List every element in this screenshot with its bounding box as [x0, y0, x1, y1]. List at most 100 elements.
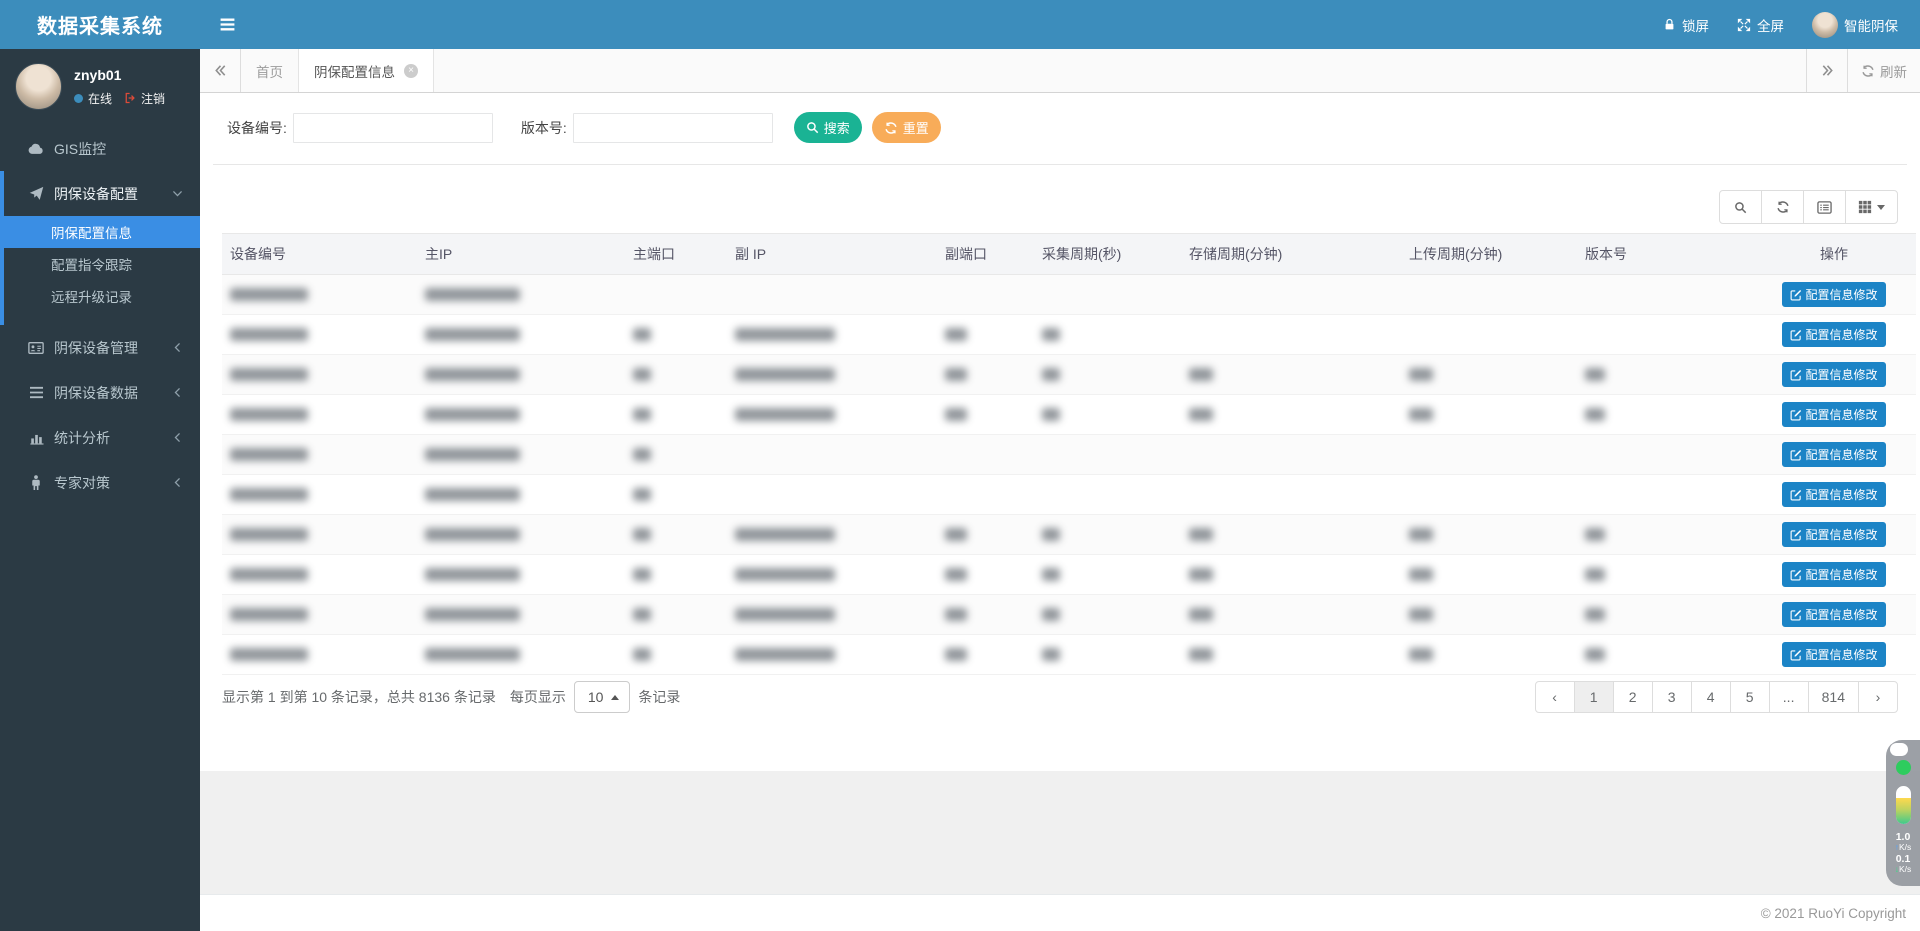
- cell: [222, 595, 417, 635]
- page-button-814[interactable]: 814: [1808, 681, 1859, 713]
- next-page-button[interactable]: ›: [1858, 681, 1898, 713]
- table-search-button[interactable]: [1719, 190, 1762, 224]
- main-area: 锁屏 全屏 智能阴保 首页阴保配置信息×: [200, 0, 1920, 931]
- redacted-cell: [1042, 368, 1060, 381]
- page-size-select[interactable]: 10: [574, 681, 631, 713]
- app-root: 数据采集系统 znyb01 在线 注销 GIS监控 阴保设备配置 阴保配置信息 …: [0, 0, 1920, 931]
- net-speed-widget[interactable]: 1.0 ↑K/s 0.1 ↓K/s: [1886, 740, 1920, 886]
- lock-screen-button[interactable]: 锁屏: [1663, 15, 1709, 35]
- paper-plane-icon: [26, 186, 46, 201]
- redacted-cell: [945, 568, 967, 581]
- sidebar-subitem-1-2[interactable]: 远程升级记录: [4, 280, 200, 312]
- table-body: 配置信息修改 配置信息修改 配置信息修改 配置信息修改 配置信息修改: [222, 275, 1916, 675]
- cell: [417, 275, 625, 315]
- search-button[interactable]: 搜索: [794, 112, 862, 143]
- cell: [625, 315, 727, 355]
- cell: [937, 275, 1034, 315]
- sidebar-subitem-1-0[interactable]: 阴保配置信息: [4, 216, 200, 248]
- chevron-left-icon: [171, 476, 184, 489]
- edit-config-button[interactable]: 配置信息修改: [1782, 402, 1885, 427]
- toggle-view-button[interactable]: [1803, 190, 1846, 224]
- version-input[interactable]: [573, 113, 773, 143]
- table-refresh-button[interactable]: [1761, 190, 1804, 224]
- redacted-cell: [1189, 408, 1213, 421]
- edit-config-label: 配置信息修改: [1805, 646, 1877, 663]
- cell: [727, 475, 937, 515]
- net-status-dot-icon: [1896, 760, 1911, 775]
- redacted-cell: [425, 408, 520, 421]
- cell: [937, 595, 1034, 635]
- online-status-link[interactable]: 在线: [88, 90, 112, 107]
- cell: [1181, 555, 1401, 595]
- chevron-left-icon: [171, 341, 184, 354]
- cell: [1181, 435, 1401, 475]
- user-menu-button[interactable]: 智能阴保: [1812, 12, 1898, 38]
- redacted-cell: [425, 608, 520, 621]
- page-list: ‹12345...814›: [1536, 681, 1898, 713]
- redacted-cell: [425, 448, 520, 461]
- page-button-5[interactable]: 5: [1730, 681, 1770, 713]
- cell: [1401, 355, 1577, 395]
- tab-refresh-button[interactable]: 刷新: [1847, 49, 1920, 92]
- sidebar-item-0[interactable]: GIS监控: [4, 126, 200, 171]
- data-table: 设备编号主IP主端口副 IP副端口采集周期(秒)存储周期(分钟)上传周期(分钟)…: [222, 233, 1916, 675]
- edit-config-button[interactable]: 配置信息修改: [1782, 322, 1885, 347]
- table-row-2: 配置信息修改: [222, 355, 1916, 395]
- reset-button[interactable]: 重置: [872, 112, 941, 143]
- page-button-3[interactable]: 3: [1652, 681, 1692, 713]
- redacted-cell: [633, 488, 651, 501]
- edit-config-button[interactable]: 配置信息修改: [1782, 522, 1885, 547]
- columns-button[interactable]: [1845, 190, 1898, 224]
- edit-config-button[interactable]: 配置信息修改: [1782, 282, 1885, 307]
- edit-icon: [1790, 529, 1802, 541]
- fullscreen-button[interactable]: 全屏: [1737, 15, 1784, 35]
- edit-config-button[interactable]: 配置信息修改: [1782, 362, 1885, 387]
- user-avatar: [15, 63, 62, 110]
- redacted-cell: [1585, 648, 1605, 661]
- table-row-8: 配置信息修改: [222, 595, 1916, 635]
- sidebar-item-5[interactable]: 专家对策: [4, 460, 200, 505]
- sidebar-toggle-button[interactable]: [200, 0, 255, 49]
- cell: [1577, 355, 1752, 395]
- edit-config-button[interactable]: 配置信息修改: [1782, 562, 1885, 587]
- sidebar-subitem-1-1[interactable]: 配置指令跟踪: [4, 248, 200, 280]
- cell: [1034, 355, 1181, 395]
- device-no-label: 设备编号:: [227, 118, 287, 138]
- cloud-icon: [26, 142, 46, 155]
- page-size-prefix: 每页显示: [510, 687, 566, 707]
- column-header-3: 副 IP: [727, 234, 937, 275]
- page-button-4[interactable]: 4: [1691, 681, 1731, 713]
- cell: [1577, 475, 1752, 515]
- edit-config-button[interactable]: 配置信息修改: [1782, 442, 1885, 467]
- footer: © 2021 RuoYi Copyright: [200, 894, 1920, 931]
- cell: [222, 635, 417, 675]
- sidebar-item-label: GIS监控: [54, 139, 106, 159]
- page-button-2[interactable]: 2: [1613, 681, 1653, 713]
- column-header-7: 上传周期(分钟): [1401, 234, 1577, 275]
- redacted-cell: [1585, 368, 1605, 381]
- cell: [937, 515, 1034, 555]
- redacted-cell: [425, 288, 520, 301]
- prev-page-button[interactable]: ‹: [1535, 681, 1575, 713]
- device-no-input[interactable]: [293, 113, 493, 143]
- tabs-scroll-right-button[interactable]: [1806, 49, 1847, 92]
- edit-config-button[interactable]: 配置信息修改: [1782, 602, 1885, 627]
- cell: [625, 435, 727, 475]
- edit-config-button[interactable]: 配置信息修改: [1782, 642, 1885, 667]
- tabs-scroll-left-button[interactable]: [200, 49, 241, 92]
- logout-button[interactable]: 注销: [141, 90, 165, 107]
- tab-1[interactable]: 阴保配置信息×: [299, 49, 434, 92]
- edit-config-button[interactable]: 配置信息修改: [1782, 482, 1885, 507]
- page-button-1[interactable]: 1: [1574, 681, 1614, 713]
- tab-0[interactable]: 首页: [241, 49, 299, 92]
- sidebar-item-4[interactable]: 统计分析: [4, 415, 200, 460]
- cell: [417, 475, 625, 515]
- fullscreen-icon: [1737, 18, 1751, 32]
- sidebar-item-label: 阴保设备配置: [54, 184, 138, 204]
- sidebar-item-2[interactable]: 阴保设备管理: [4, 325, 200, 370]
- column-header-8: 版本号: [1577, 234, 1752, 275]
- sidebar-item-3[interactable]: 阴保设备数据: [4, 370, 200, 415]
- tab-close-icon[interactable]: ×: [404, 64, 418, 78]
- redacted-cell: [945, 648, 967, 661]
- sidebar-item-1[interactable]: 阴保设备配置: [4, 171, 200, 216]
